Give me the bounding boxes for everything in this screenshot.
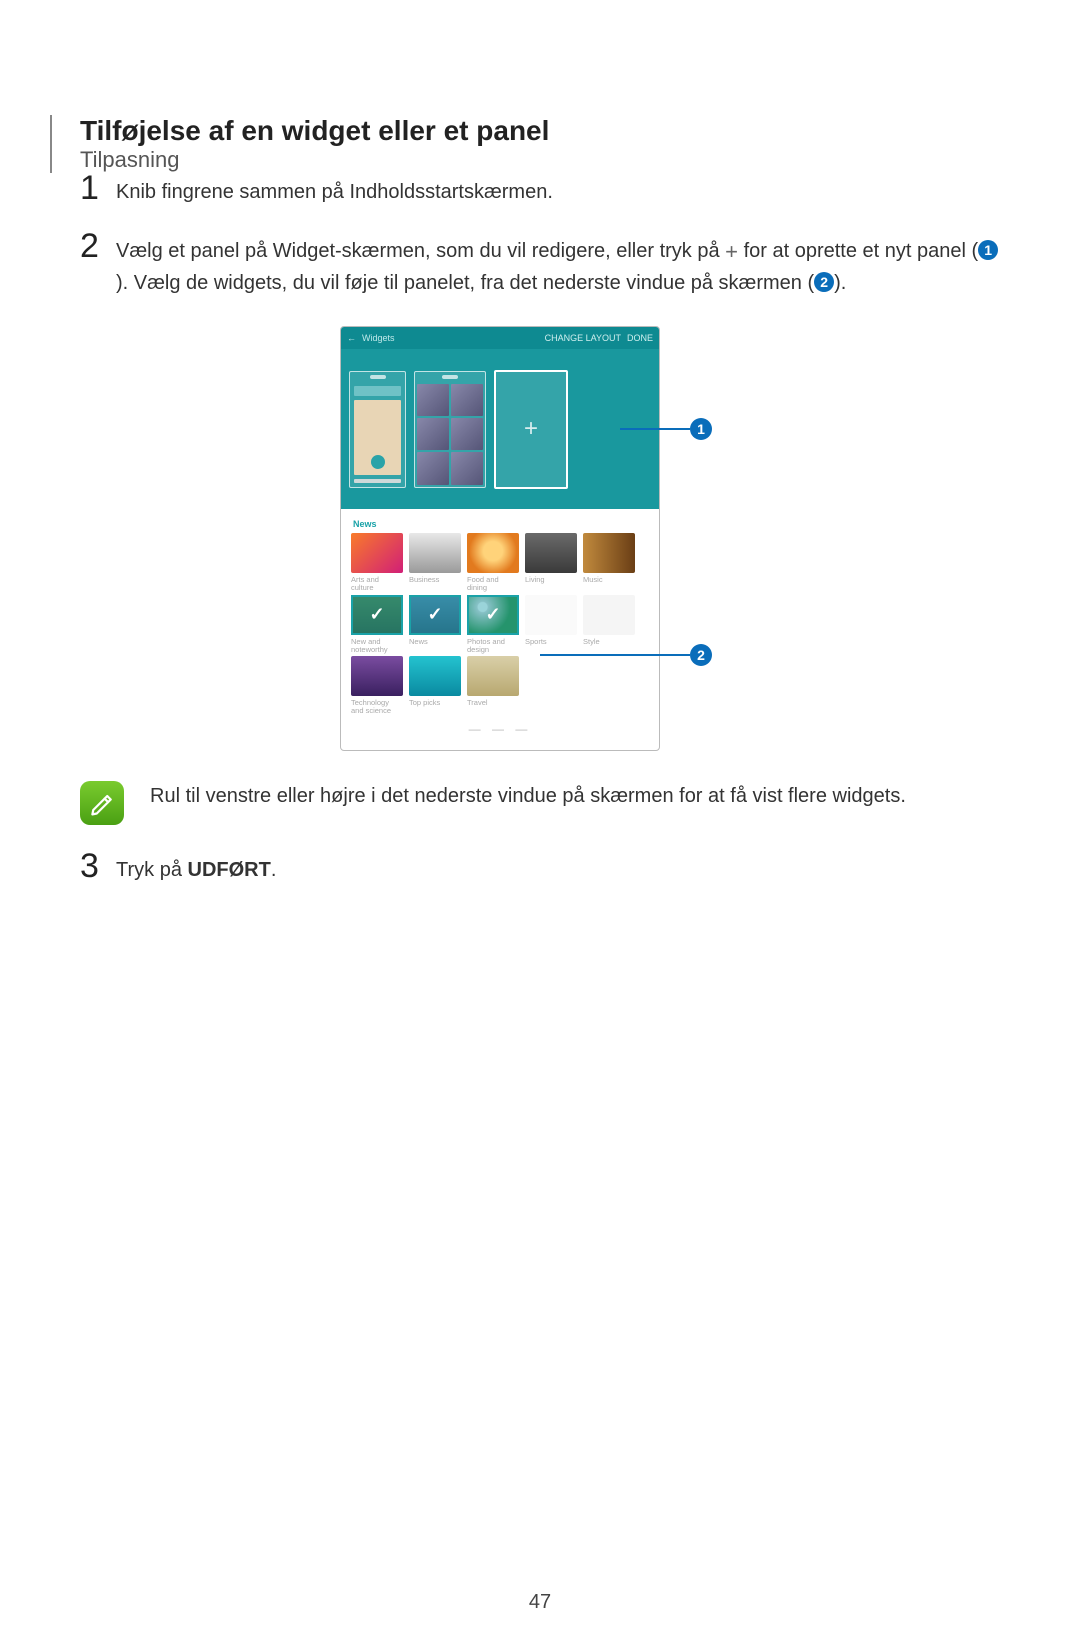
widget-item[interactable]: Top picks xyxy=(409,656,461,716)
step-text: Vælg et panel på Widget-skærmen, som du … xyxy=(116,235,1000,298)
widget-caption: New and noteworthy xyxy=(351,638,403,655)
step-1: 1 Knib fingrene sammen på Indholdsstarts… xyxy=(80,177,1000,207)
step-text: Knib fingrene sammen på Indholdsstartskæ… xyxy=(116,177,1000,207)
category-label: News xyxy=(353,519,647,529)
page-number: 47 xyxy=(0,1591,1080,1614)
device-frame: ← Widgets CHANGE LAYOUT DONE xyxy=(340,326,660,751)
plus-icon: + xyxy=(725,235,738,268)
widget-caption: Travel xyxy=(467,699,519,715)
widget-item[interactable]: Photos and design xyxy=(467,595,519,655)
widget-thumb xyxy=(351,656,403,696)
figure-callout-2: 2 xyxy=(690,644,712,666)
step-number: 1 xyxy=(80,171,116,205)
figure-callout-1: 1 xyxy=(690,418,712,440)
panel-add-new[interactable]: + xyxy=(494,370,568,489)
step-3: 3 Tryk på UDFØRT. xyxy=(80,855,1000,885)
widget-item[interactable]: Food and dining xyxy=(467,533,519,593)
widget-picker: News Arts and culture Business Food and di… xyxy=(341,509,659,750)
pager-dots: — — — xyxy=(347,718,653,736)
widget-thumb xyxy=(467,595,519,635)
step-number: 3 xyxy=(80,849,116,883)
text-part: Tryk på xyxy=(116,859,188,881)
text-part: for at oprette et nyt panel ( xyxy=(738,240,978,262)
topbar-done[interactable]: DONE xyxy=(627,333,653,343)
widget-caption: Arts and culture xyxy=(351,576,403,593)
widget-item[interactable]: New and noteworthy xyxy=(351,595,403,655)
widget-thumb xyxy=(467,533,519,573)
text-part: Vælg et panel på Widget-skærmen, som du … xyxy=(116,240,725,262)
text-part: ). xyxy=(834,272,846,294)
widget-item[interactable]: Arts and culture xyxy=(351,533,403,593)
plus-icon: + xyxy=(524,372,538,487)
breadcrumb: Tilpasning xyxy=(80,147,179,173)
widget-item[interactable]: News xyxy=(409,595,461,655)
widget-thumb xyxy=(409,656,461,696)
note-text: Rul til venstre eller højre i det neders… xyxy=(150,781,906,811)
widget-caption: Living xyxy=(525,576,577,592)
topbar-change-layout[interactable]: CHANGE LAYOUT xyxy=(545,333,621,343)
widget-item[interactable]: Living xyxy=(525,533,577,593)
widget-item[interactable]: Music xyxy=(583,533,635,593)
panel-existing-2[interactable] xyxy=(414,371,486,488)
widget-caption: Business xyxy=(409,576,461,592)
panel-strip: + xyxy=(341,349,659,509)
widget-thumb xyxy=(583,595,635,635)
widget-thumb xyxy=(409,595,461,635)
widget-item[interactable]: Travel xyxy=(467,656,519,716)
widget-caption: News xyxy=(409,638,461,654)
widget-caption: Music xyxy=(583,576,635,592)
text-part: . xyxy=(271,859,277,881)
back-icon[interactable]: ← xyxy=(347,333,356,343)
device-topbar: ← Widgets CHANGE LAYOUT DONE xyxy=(341,327,659,349)
widget-item[interactable]: Technology and science xyxy=(351,656,403,716)
step-text: Tryk på UDFØRT. xyxy=(116,855,1000,885)
widget-caption: Photos and design xyxy=(467,638,519,655)
widget-item[interactable]: Business xyxy=(409,533,461,593)
widget-thumb xyxy=(583,533,635,573)
widget-thumb xyxy=(525,595,577,635)
page-title: Tilføjelse af en widget eller et panel xyxy=(80,115,1000,147)
widget-caption: Technology and science xyxy=(351,699,403,716)
topbar-title: Widgets xyxy=(362,333,395,343)
step-2: 2 Vælg et panel på Widget-skærmen, som d… xyxy=(80,235,1000,298)
header-rule xyxy=(50,115,52,173)
widget-thumb xyxy=(351,533,403,573)
text-part: ). Vælg de widgets, du vil føje til pane… xyxy=(116,272,814,294)
note-block: Rul til venstre eller højre i det neders… xyxy=(80,781,1000,825)
widget-thumb xyxy=(525,533,577,573)
widget-row: Arts and culture Business Food and dining L… xyxy=(347,533,653,593)
widget-rows-container: Arts and culture Business Food and dining L… xyxy=(347,533,653,716)
widget-thumb xyxy=(351,595,403,635)
widget-caption: Top picks xyxy=(409,699,461,715)
widget-caption: Food and dining xyxy=(467,576,519,593)
step-number: 2 xyxy=(80,229,116,263)
note-icon xyxy=(80,781,124,825)
device-figure: ← Widgets CHANGE LAYOUT DONE xyxy=(340,326,740,751)
callout-bullet-2: 2 xyxy=(814,272,834,292)
bold-word: UDFØRT xyxy=(188,859,271,881)
widget-thumb xyxy=(409,533,461,573)
callout-bullet-1: 1 xyxy=(978,240,998,260)
widget-thumb xyxy=(467,656,519,696)
panel-existing-1[interactable] xyxy=(349,371,406,488)
